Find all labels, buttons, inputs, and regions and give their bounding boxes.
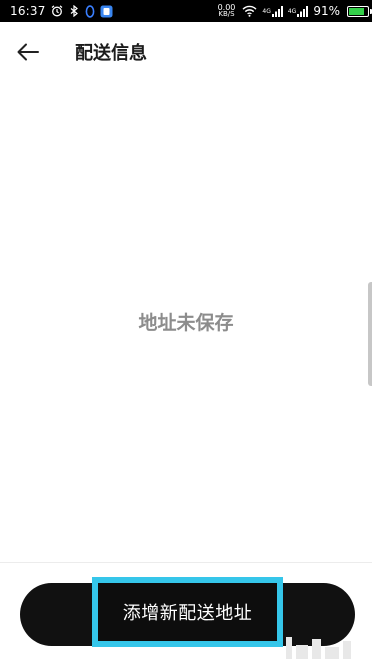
- footer-divider: [0, 562, 372, 563]
- signal-icon: 4G: [262, 5, 283, 17]
- watermark: [280, 627, 372, 665]
- battery-icon: [347, 5, 372, 17]
- network-speed-unit: KB/S: [218, 10, 235, 18]
- scroll-handle[interactable]: [368, 282, 372, 386]
- network-speed: 0.00 KB/S: [218, 4, 236, 18]
- watermark-mark: [343, 641, 351, 659]
- status-bar: 16:37 0.00 KB/S 4G 4G 91%: [0, 0, 372, 22]
- app-notification-icon: [100, 5, 113, 18]
- signal-icon-2: 4G: [287, 5, 309, 17]
- wifi-icon: [242, 5, 257, 17]
- page-title: 配送信息: [75, 43, 147, 64]
- bluetooth-icon: [68, 5, 80, 17]
- add-new-address-label: 添增新配送地址: [122, 603, 253, 624]
- status-bar-right: 0.00 KB/S 4G 4G 91%: [218, 4, 372, 18]
- watermark-mark: [296, 645, 308, 659]
- arrow-left-icon: [17, 43, 39, 61]
- watermark-mark: [325, 647, 339, 659]
- empty-state-message: 地址未保存: [138, 312, 234, 334]
- battery-level: [349, 7, 364, 15]
- watermark-mark: [312, 639, 321, 659]
- network-type-2: 4G: [287, 7, 297, 15]
- watermark-mark: [286, 637, 292, 659]
- battery-percent: 91%: [313, 4, 340, 18]
- network-type-1: 4G: [262, 7, 271, 15]
- alarm-icon: [51, 5, 63, 17]
- app-header: 配送信息: [0, 22, 372, 82]
- add-new-address-highlight[interactable]: 添增新配送地址: [92, 577, 283, 647]
- status-time: 16:37: [10, 4, 46, 18]
- back-button[interactable]: [14, 38, 42, 66]
- status-bar-left: 16:37: [10, 4, 113, 18]
- sync-icon: [85, 4, 95, 18]
